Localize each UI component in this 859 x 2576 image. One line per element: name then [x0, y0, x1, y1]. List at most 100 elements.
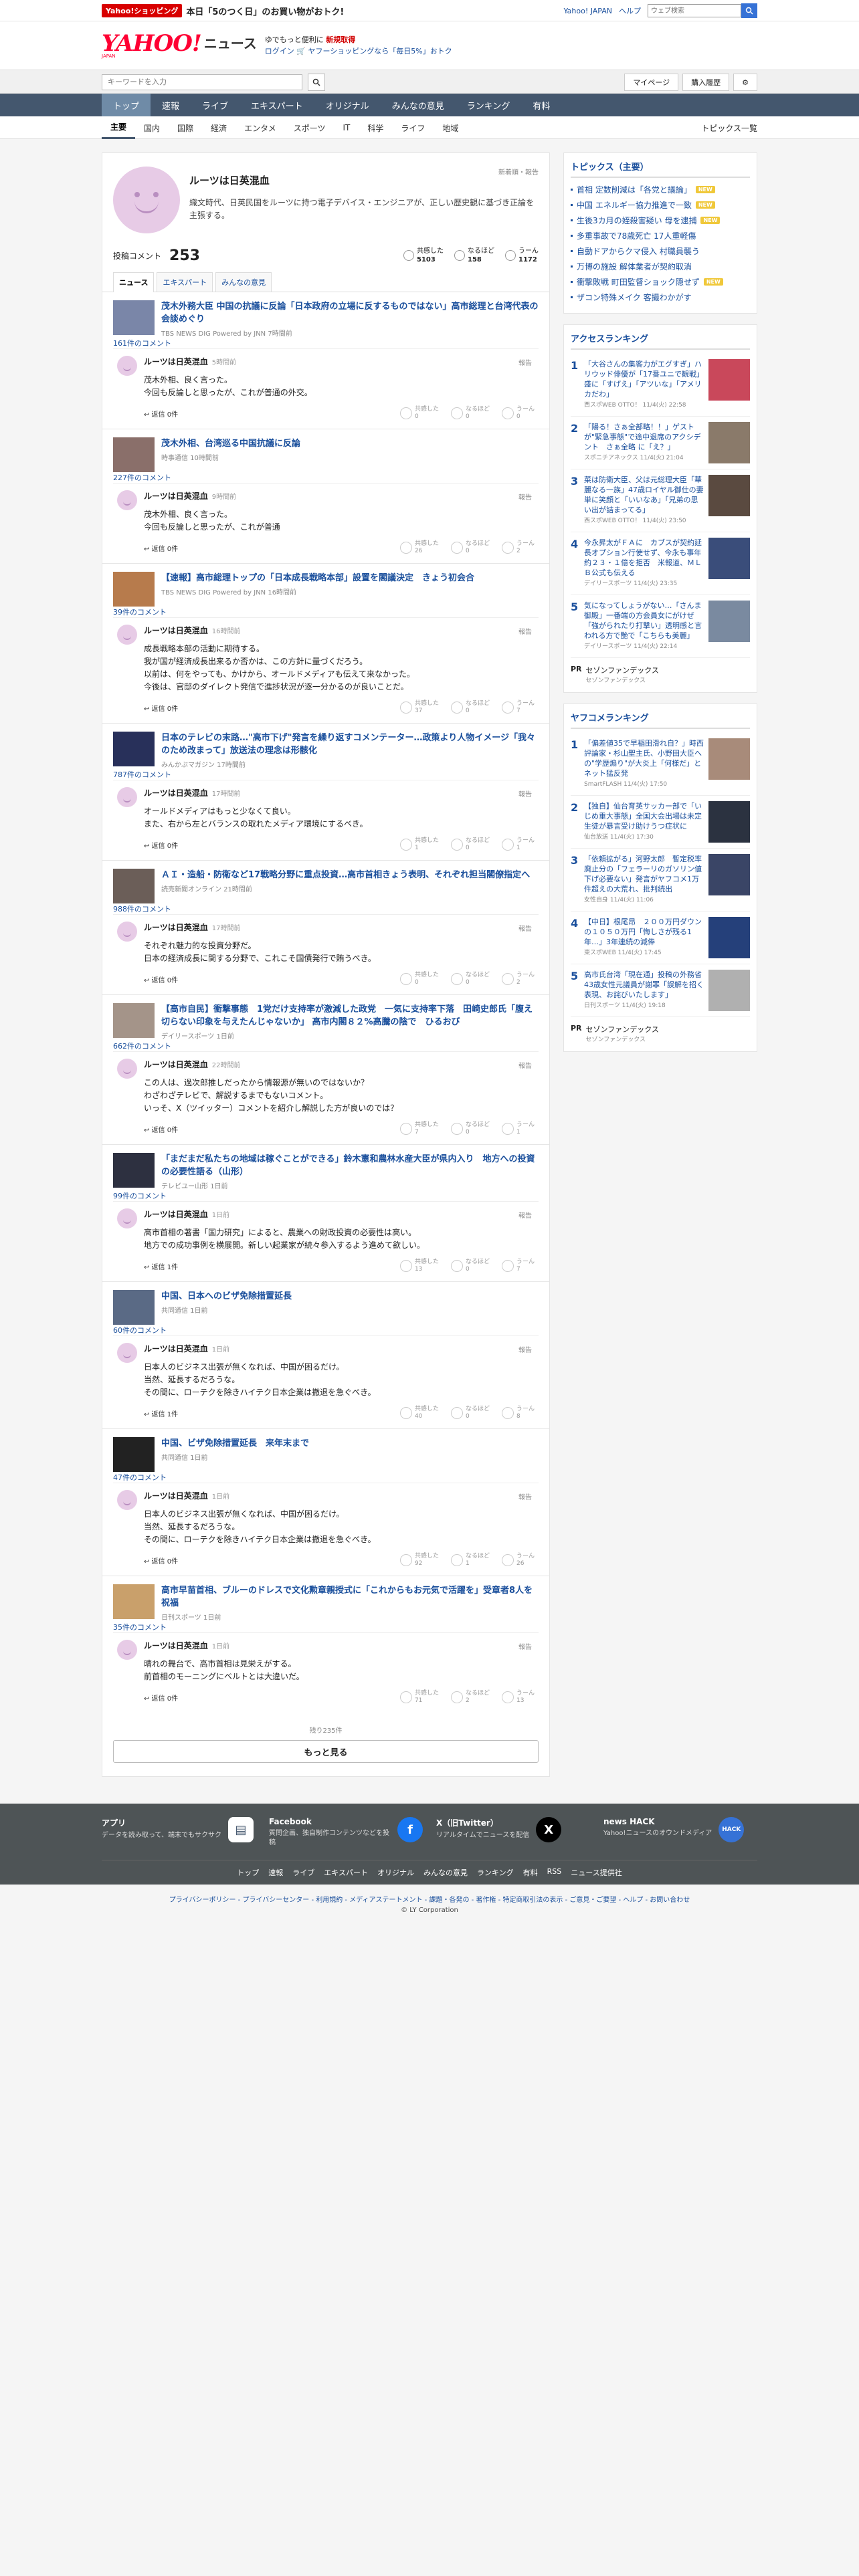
- reply-button[interactable]: ↩ 返信 1件: [144, 1408, 178, 1418]
- article-head[interactable]: 高市早苗首相、ブルーのドレスで文化勲章親授式に「これからもお元気で活躍を」受章者…: [113, 1584, 539, 1622]
- article-thumbnail[interactable]: [113, 732, 155, 766]
- comment-username[interactable]: ルーツは日英混血: [144, 1344, 208, 1354]
- report-link[interactable]: 報告: [518, 1491, 532, 1501]
- comment-username[interactable]: ルーツは日英混血: [144, 1210, 208, 1219]
- subnav-5[interactable]: スポーツ: [285, 122, 335, 134]
- yahoo-japan-link[interactable]: Yahoo! JAPAN: [563, 7, 612, 15]
- topic-item[interactable]: 衝撃敗戦 町田監督ショック隠せず NEW: [571, 274, 750, 290]
- comment-username[interactable]: ルーツは日英混血: [144, 788, 208, 798]
- footer-link[interactable]: みんなの意見: [423, 1867, 468, 1878]
- footer-link[interactable]: トップ: [237, 1867, 259, 1878]
- reaction-button[interactable]: なるほど 0: [450, 540, 490, 555]
- tab-opinions[interactable]: みんなの意見: [215, 272, 272, 292]
- subnav-4[interactable]: エンタメ: [235, 122, 285, 134]
- article-title[interactable]: 日本のテレビの末路…"高市下げ"発言を繰り返すコメンテーター…政策より人物イメー…: [161, 733, 535, 756]
- article-head[interactable]: 【速報】高市総理トップの「日本成長戦略本部」設置を閣議決定 きょう初会合 TBS …: [113, 572, 539, 607]
- comment-user[interactable]: ルーツは日英混血 16時間前: [144, 625, 535, 636]
- reaction-button[interactable]: うーん 1: [501, 1121, 535, 1136]
- reaction-button[interactable]: うーん 0: [501, 406, 535, 421]
- pr-item[interactable]: PR セゾンファンデックス セゾンファンデックス: [571, 1017, 750, 1043]
- reply-button[interactable]: ↩ 返信 0件: [144, 1555, 178, 1566]
- footer-link[interactable]: エキスパート: [324, 1867, 368, 1878]
- reaction-button[interactable]: 共感した 13: [399, 1259, 439, 1273]
- article-head[interactable]: 【高市自民】衝撃事態 1党だけ支持率が激減した政党 一気に支持率下落 田崎史郎氏…: [113, 1003, 539, 1041]
- subnav-3[interactable]: 経済: [202, 122, 235, 134]
- footer-link[interactable]: RSS: [547, 1867, 562, 1878]
- reply-button[interactable]: ↩ 返信 1件: [144, 1261, 178, 1271]
- nav-7[interactable]: 有料: [521, 94, 561, 116]
- topic-item[interactable]: 首相 定数削減は「各党と議論」 NEW: [571, 182, 750, 197]
- reply-button[interactable]: ↩ 返信 0件: [144, 409, 178, 419]
- article-head[interactable]: ＡＩ・造船・防衛など17戦略分野に重点投資…高市首相きょう表明、それぞれ担当閣僚…: [113, 869, 539, 903]
- article-title[interactable]: 高市早苗首相、ブルーのドレスで文化勲章親授式に「これからもお元気で活躍を」受章者…: [161, 1586, 533, 1608]
- comment-username[interactable]: ルーツは日英混血: [144, 357, 208, 366]
- tab-expert[interactable]: エキスパート: [157, 272, 213, 292]
- comment-user[interactable]: ルーツは日英混血 17時間前: [144, 787, 535, 798]
- promo-text[interactable]: 本日「5のつく日」のお買い物がおトク!: [186, 5, 344, 17]
- comment-count-link[interactable]: 39件のコメント: [113, 608, 167, 617]
- article-thumbnail[interactable]: [113, 1003, 155, 1038]
- reaction-button[interactable]: 共感した 26: [399, 540, 439, 555]
- nav-0[interactable]: トップ: [102, 94, 151, 116]
- comment-username[interactable]: ルーツは日英混血: [144, 1641, 208, 1650]
- gear-icon[interactable]: ⚙: [733, 74, 757, 91]
- reply-button[interactable]: ↩ 返信 0件: [144, 543, 178, 553]
- comment-count-link[interactable]: 60件のコメント: [113, 1326, 167, 1335]
- footer-app[interactable]: アプリ データを読み取って、端末でもサクサク ▤: [102, 1817, 256, 1848]
- subnav-8[interactable]: ライフ: [392, 122, 434, 134]
- comment-username[interactable]: ルーツは日英混血: [144, 923, 208, 932]
- topics-list-link[interactable]: トピックス一覧: [701, 122, 757, 134]
- comment-user[interactable]: ルーツは日英混血 1日前: [144, 1490, 535, 1501]
- reaction-button[interactable]: うーん 7: [501, 700, 535, 715]
- history-button[interactable]: 購入履歴: [682, 74, 730, 91]
- help-link[interactable]: ヘルプ: [619, 5, 641, 16]
- report-link[interactable]: 報告: [518, 788, 532, 798]
- comment-count-link[interactable]: 988件のコメント: [113, 905, 171, 914]
- reaction-button[interactable]: なるほど 0: [450, 837, 490, 852]
- article-thumbnail[interactable]: [113, 572, 155, 607]
- reaction-button[interactable]: なるほど 0: [450, 700, 490, 715]
- comment-count-link[interactable]: 47件のコメント: [113, 1473, 167, 1482]
- pr-item[interactable]: PR セゾンファンデックス セゾンファンデックス: [571, 658, 750, 684]
- nav-1[interactable]: 速報: [151, 94, 191, 116]
- footer-link[interactable]: 有料: [523, 1867, 538, 1878]
- article-head[interactable]: 「まだまだ私たちの地域は稼ぐことができる」鈴木憲和農林水産大臣が県内入り 地方へ…: [113, 1153, 539, 1190]
- ranking-item[interactable]: 5 高市氏台湾「現在通」投稿の外務省43歳女性元議員が謝罪「誤解を招く表現、お詫び…: [571, 964, 750, 1017]
- ranking-item[interactable]: 2 「陽る！さぁ全部略！！」ゲストが"緊急事態"で途中退席のアクシデント さぁ全略…: [571, 417, 750, 469]
- nav-5[interactable]: みんなの意見: [381, 94, 456, 116]
- comment-user[interactable]: ルーツは日英混血 22時間前: [144, 1059, 535, 1070]
- comment-user[interactable]: ルーツは日英混血 1日前: [144, 1640, 535, 1651]
- comment-username[interactable]: ルーツは日英混血: [144, 1060, 208, 1069]
- comment-username[interactable]: ルーツは日英混血: [144, 492, 208, 501]
- shopping-badge[interactable]: Yahoo!ショッピング: [102, 4, 183, 17]
- yahoo-news-logo[interactable]: YAHOO! JAPAN ニュース: [102, 32, 257, 59]
- article-title[interactable]: 中国、日本へのビザ免除措置延長: [161, 1291, 292, 1301]
- comment-count-link[interactable]: 35件のコメント: [113, 1623, 167, 1632]
- mypage-button[interactable]: マイページ: [624, 74, 679, 91]
- reaction-button[interactable]: なるほど 0: [450, 1259, 490, 1273]
- footer-link[interactable]: ニュース提供社: [571, 1867, 622, 1878]
- subnav-6[interactable]: IT: [334, 123, 359, 132]
- reaction-button[interactable]: 共感した 1: [399, 837, 439, 852]
- comment-count-link[interactable]: 161件のコメント: [113, 339, 171, 348]
- reaction-button[interactable]: 共感した 92: [399, 1553, 439, 1568]
- article-thumbnail[interactable]: [113, 1437, 155, 1472]
- reaction-button[interactable]: なるほど 0: [450, 1406, 490, 1420]
- topic-item[interactable]: ザコン特殊メイク 客撮わかがす: [571, 290, 750, 305]
- comment-count-link[interactable]: 227件のコメント: [113, 473, 171, 482]
- article-thumbnail[interactable]: [113, 869, 155, 903]
- topic-item[interactable]: 万博の施設 解体業者が契約取消: [571, 259, 750, 274]
- article-title[interactable]: 【速報】高市総理トップの「日本成長戦略本部」設置を閣議決定 きょう初会合: [161, 573, 474, 583]
- comment-count-link[interactable]: 662件のコメント: [113, 1042, 171, 1051]
- comment-user[interactable]: ルーツは日英混血 17時間前: [144, 922, 535, 933]
- report-link[interactable]: 報告: [518, 1641, 532, 1651]
- footer-link[interactable]: ライブ: [292, 1867, 314, 1878]
- login-link[interactable]: ログイン: [265, 47, 294, 56]
- footer-link[interactable]: ランキング: [477, 1867, 514, 1878]
- comment-username[interactable]: ルーツは日英混血: [144, 1491, 208, 1501]
- comment-count-link[interactable]: 787件のコメント: [113, 770, 171, 779]
- signup-link[interactable]: 新規取得: [326, 35, 355, 44]
- article-thumbnail[interactable]: [113, 437, 155, 472]
- ranking-item[interactable]: 4 【中日】根尾昂 ２００万円ダウンの１０５０万円「悔しさが残る1年…」3年連続の…: [571, 911, 750, 964]
- ranking-item[interactable]: 5 気になってしょうがない…「さんま御殿」一番端の方会員女にがけぜ「強がられたり打…: [571, 595, 750, 658]
